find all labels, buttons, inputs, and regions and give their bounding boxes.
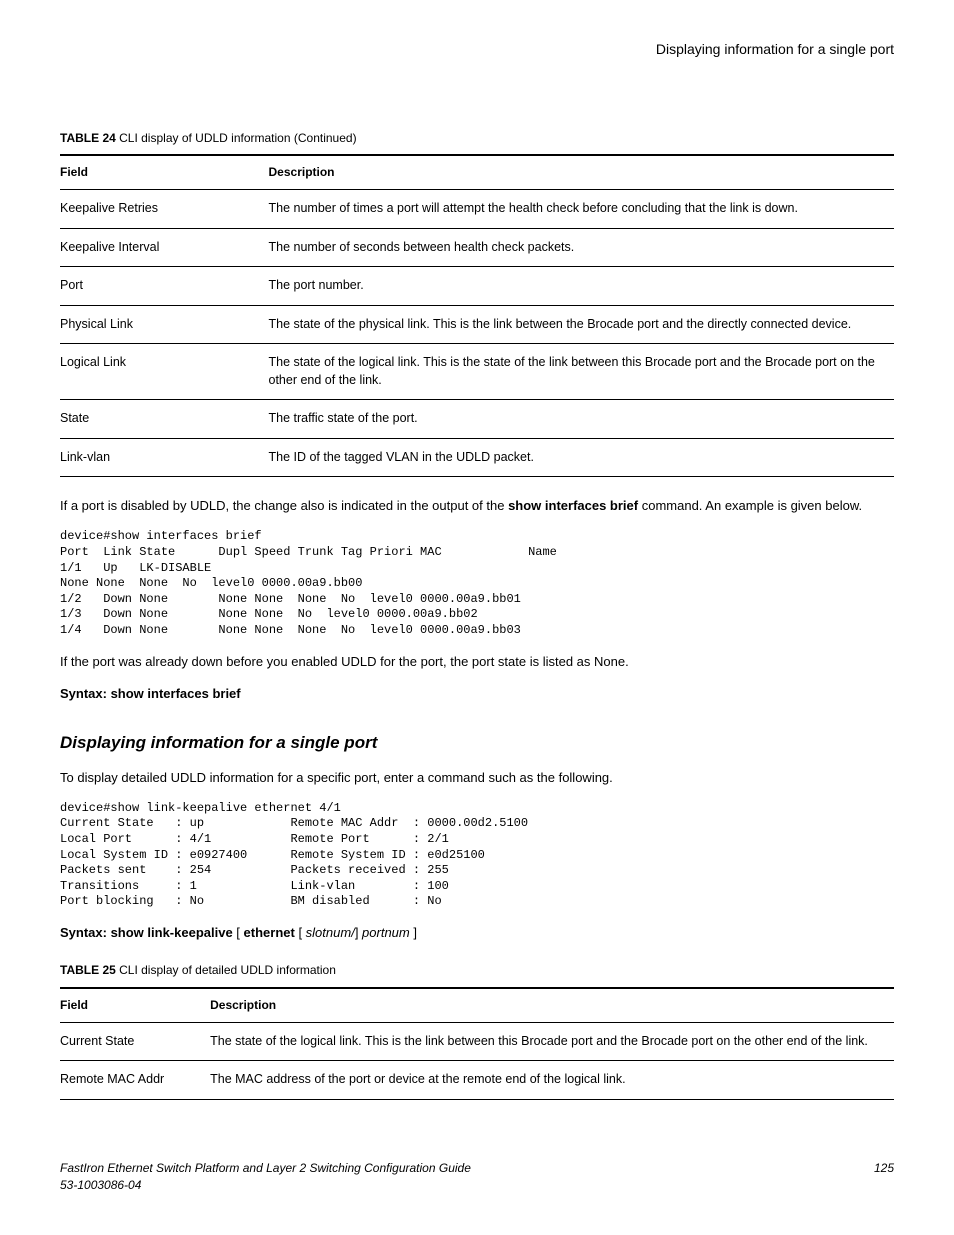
code-block-interfaces-brief: device#show interfaces brief Port Link S… [60, 529, 894, 638]
table24-caption-text: CLI display of UDLD information (Continu… [119, 131, 356, 145]
cell-field: State [60, 400, 269, 439]
text: If a port is disabled by UDLD, the chang… [60, 498, 508, 513]
syntax-param: portnum [362, 925, 410, 940]
section-title: Displaying information for a single port [60, 731, 894, 755]
cell-desc: The number of seconds between health che… [269, 228, 895, 267]
table-row: Link-vlanThe ID of the tagged VLAN in th… [60, 438, 894, 477]
table24-caption-label: TABLE 24 [60, 131, 119, 145]
section-intro-paragraph: To display detailed UDLD information for… [60, 769, 894, 787]
paragraph-after-code1: If the port was already down before you … [60, 653, 894, 671]
table-row: Logical LinkThe state of the logical lin… [60, 344, 894, 400]
table-row: Current StateThe state of the logical li… [60, 1022, 894, 1061]
table-row: Physical LinkThe state of the physical l… [60, 305, 894, 344]
table25-head-desc: Description [210, 988, 894, 1022]
syntax-text: [ [295, 925, 306, 940]
cell-desc: The traffic state of the port. [269, 400, 895, 439]
syntax-text: ] [355, 925, 362, 940]
cell-desc: The port number. [269, 267, 895, 306]
cell-desc: The MAC address of the port or device at… [210, 1061, 894, 1100]
footer-left: FastIron Ethernet Switch Platform and La… [60, 1160, 471, 1194]
syntax-param: slotnum/ [306, 925, 355, 940]
cell-field: Logical Link [60, 344, 269, 400]
table25-caption-label: TABLE 25 [60, 963, 119, 977]
cell-desc: The state of the logical link. This is t… [269, 344, 895, 400]
table-row: Keepalive RetriesThe number of times a p… [60, 190, 894, 229]
table24-caption: TABLE 24 CLI display of UDLD information… [60, 130, 894, 147]
footer-doc-number: 53-1003086-04 [60, 1177, 471, 1194]
table24: Field Description Keepalive RetriesThe n… [60, 154, 894, 477]
paragraph-after-table24: If a port is disabled by UDLD, the chang… [60, 497, 894, 515]
page-footer: FastIron Ethernet Switch Platform and La… [60, 1160, 894, 1194]
syntax-kw: ethernet [244, 925, 295, 940]
cell-field: Remote MAC Addr [60, 1061, 210, 1100]
syntax-interfaces-brief: Syntax: show interfaces brief [60, 685, 894, 703]
cell-field: Current State [60, 1022, 210, 1061]
syntax-link-keepalive: Syntax: show link-keepalive [ ethernet [… [60, 924, 894, 942]
table25-caption-text: CLI display of detailed UDLD information [119, 963, 336, 977]
table24-head-desc: Description [269, 155, 895, 189]
command-name: show interfaces brief [508, 498, 638, 513]
table25-head-field: Field [60, 988, 210, 1022]
text: command. An example is given below. [638, 498, 862, 513]
cell-desc: The state of the physical link. This is … [269, 305, 895, 344]
table-row: StateThe traffic state of the port. [60, 400, 894, 439]
table-row: Keepalive IntervalThe number of seconds … [60, 228, 894, 267]
cell-field: Keepalive Retries [60, 190, 269, 229]
table24-head-field: Field [60, 155, 269, 189]
cell-field: Physical Link [60, 305, 269, 344]
footer-page-number: 125 [874, 1160, 894, 1194]
cell-field: Keepalive Interval [60, 228, 269, 267]
table-row: PortThe port number. [60, 267, 894, 306]
cell-field: Port [60, 267, 269, 306]
table25-caption: TABLE 25 CLI display of detailed UDLD in… [60, 962, 894, 979]
syntax-kw: Syntax: show link-keepalive [60, 925, 233, 940]
syntax-text: ] [410, 925, 417, 940]
cell-field: Link-vlan [60, 438, 269, 477]
cell-desc: The state of the logical link. This is t… [210, 1022, 894, 1061]
footer-doc-title: FastIron Ethernet Switch Platform and La… [60, 1160, 471, 1177]
page-header-title: Displaying information for a single port [60, 40, 894, 60]
cell-desc: The ID of the tagged VLAN in the UDLD pa… [269, 438, 895, 477]
table25: Field Description Current StateThe state… [60, 987, 894, 1100]
table-row: Remote MAC AddrThe MAC address of the po… [60, 1061, 894, 1100]
syntax-text: [ [233, 925, 244, 940]
code-block-link-keepalive: device#show link-keepalive ethernet 4/1 … [60, 801, 894, 910]
cell-desc: The number of times a port will attempt … [269, 190, 895, 229]
